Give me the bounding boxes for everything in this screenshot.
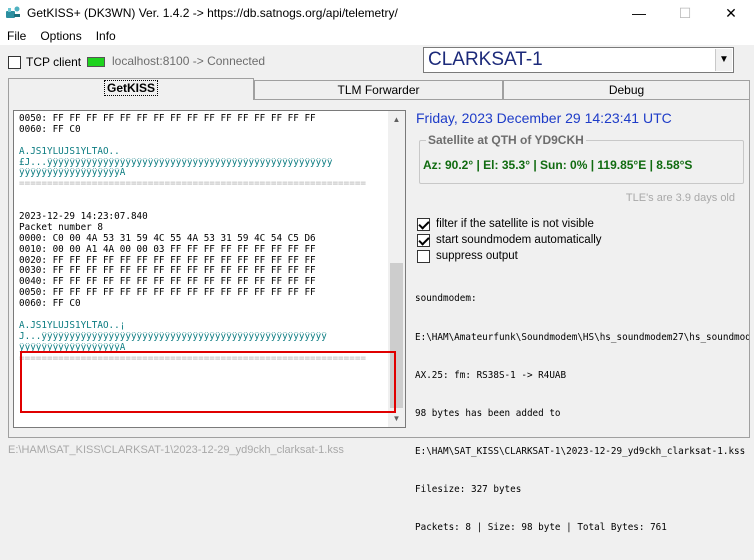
menu-bar: File Options Info bbox=[0, 26, 754, 45]
log-line: 0010: 00 00 A1 4A 00 00 03 FF FF FF FF F… bbox=[19, 244, 316, 255]
minimize-button[interactable]: — bbox=[616, 0, 662, 26]
soundmodem-line: AX.25: fm: RS38S-1 -> R4UAB bbox=[415, 369, 567, 381]
filter-option[interactable]: filter if the satellite is not visible bbox=[417, 216, 602, 232]
soundmodem-output: soundmodem: E:\HAM\Amateurfunk\Soundmode… bbox=[415, 268, 749, 560]
options-group: filter if the satellite is not visible s… bbox=[417, 216, 602, 264]
soundmodem-line: E:\HAM\Amateurfunk\Soundmodem\HS\hs_soun… bbox=[415, 331, 749, 343]
soundmodem-line: E:\HAM\SAT_KISS\CLARKSAT-1\2023-12-29_yd… bbox=[415, 445, 746, 457]
menu-file[interactable]: File bbox=[0, 29, 33, 43]
tab-strip: GetKISS TLM Forwarder Debug bbox=[8, 78, 750, 100]
filter-checkbox[interactable] bbox=[417, 217, 430, 231]
soundmodem-line: soundmodem: bbox=[415, 293, 477, 305]
scroll-down-icon[interactable]: ▼ bbox=[388, 410, 405, 427]
getkiss-panel: 0050: FF FF FF FF FF FF FF FF FF FF FF F… bbox=[8, 99, 750, 533]
qth-values: Az: 90.2° | El: 35.3° | Sun: 0% | 119.85… bbox=[423, 158, 693, 172]
packet-log-lines: 0050: FF FF FF FF FF FF FF FF FF FF FF F… bbox=[19, 114, 389, 364]
menu-info[interactable]: Info bbox=[89, 29, 123, 43]
log-line: 0030: FF FF FF FF FF FF FF FF FF FF FF F… bbox=[19, 266, 316, 277]
packet-log[interactable]: 0050: FF FF FF FF FF FF FF FF FF FF FF F… bbox=[13, 110, 406, 428]
maximize-button[interactable]: ☐ bbox=[662, 0, 708, 26]
log-line: ========================================… bbox=[19, 353, 367, 364]
log-scrollbar[interactable]: ▲ ▼ bbox=[388, 111, 405, 427]
log-line: 0050: FF FF FF FF FF FF FF FF FF FF FF F… bbox=[19, 114, 316, 124]
log-line: À.JS1YLUJS1YLTÄÖ.. bbox=[19, 146, 120, 157]
satellite-select-value: CLARKSAT-1 bbox=[428, 49, 543, 70]
close-button[interactable]: ✕ bbox=[708, 0, 754, 26]
utc-datetime: Friday, 2023 December 29 14:23:41 UTC bbox=[416, 110, 672, 126]
log-line: ========================================… bbox=[19, 179, 367, 190]
autostart-option[interactable]: start soundmodem automatically bbox=[417, 232, 602, 248]
tab-debug[interactable]: Debug bbox=[503, 80, 750, 99]
log-line: À.JS1YLUJS1YLTÅÖ..¡ bbox=[19, 320, 126, 331]
soundmodem-line: Packets: 8 | Size: 98 byte | Total Bytes… bbox=[415, 521, 667, 533]
tab-getkiss[interactable]: GetKISS bbox=[8, 78, 254, 100]
tcp-client-checkbox[interactable] bbox=[8, 55, 21, 69]
scroll-up-icon[interactable]: ▲ bbox=[388, 111, 405, 128]
title-bar: GetKISS+ (DK3WN) Ver. 1.4.2 -> https://d… bbox=[0, 0, 754, 26]
log-line: 0000: C0 00 4A 53 31 59 4C 55 4A 53 31 5… bbox=[19, 233, 316, 244]
tab-tlm-forwarder[interactable]: TLM Forwarder bbox=[254, 80, 503, 99]
scrollbar-thumb[interactable] bbox=[390, 263, 403, 408]
log-line: £J...ÿÿÿÿÿÿÿÿÿÿÿÿÿÿÿÿÿÿÿÿÿÿÿÿÿÿÿÿÿÿÿÿÿÿÿ… bbox=[19, 157, 333, 168]
suppress-checkbox[interactable] bbox=[417, 249, 430, 263]
log-line: 0020: FF FF FF FF FF FF FF FF FF FF FF F… bbox=[19, 255, 316, 266]
window-title: GetKISS+ (DK3WN) Ver. 1.4.2 -> https://d… bbox=[27, 6, 398, 20]
log-line: 0040: FF FF FF FF FF FF FF FF FF FF FF F… bbox=[19, 277, 316, 288]
soundmodem-line: Filesize: 327 bytes bbox=[415, 483, 522, 495]
soundmodem-line: 98 bytes has been added to bbox=[415, 407, 561, 419]
qth-title: Satellite at QTH of YD9CKH bbox=[426, 133, 586, 147]
satellite-select[interactable]: CLARKSAT-1 ▼ bbox=[423, 47, 734, 73]
log-line: Packet number 8 bbox=[19, 222, 103, 233]
log-line: ÿÿÿÿÿÿÿÿÿÿÿÿÿÿÿÿÿÿÀ bbox=[19, 168, 126, 179]
log-line: 0060: FF C0 bbox=[19, 299, 81, 310]
tcp-client-checkbox-row[interactable]: TCP client bbox=[8, 55, 81, 69]
menu-options[interactable]: Options bbox=[33, 29, 88, 43]
suppress-option[interactable]: suppress output bbox=[417, 248, 602, 264]
satellite-app-icon bbox=[6, 6, 20, 18]
connection-status-led bbox=[87, 57, 105, 67]
connection-status-text: localhost:8100 -> Connected bbox=[112, 54, 266, 68]
log-line: 0050: FF FF FF FF FF FF FF FF FF FF FF F… bbox=[19, 288, 316, 299]
autostart-checkbox[interactable] bbox=[417, 233, 430, 247]
log-line: 2023-12-29 14:23:07.840 bbox=[19, 212, 148, 223]
tle-age: TLE's are 3.9 days old bbox=[625, 192, 735, 204]
tcp-client-label: TCP client bbox=[26, 55, 82, 69]
filter-label: filter if the satellite is not visible bbox=[436, 218, 594, 230]
log-line: 0060: FF C0 bbox=[19, 124, 81, 135]
qth-groupbox: Satellite at QTH of YD9CKH Az: 90.2° | E… bbox=[419, 133, 744, 184]
status-bar-path: E:\HAM\SAT_KISS\CLARKSAT-1\2023-12-29_yd… bbox=[8, 444, 344, 456]
chevron-down-icon[interactable]: ▼ bbox=[715, 49, 732, 71]
autostart-label: start soundmodem automatically bbox=[436, 234, 602, 246]
log-line: ÿÿÿÿÿÿÿÿÿÿÿÿÿÿÿÿÿÿÀ bbox=[19, 342, 126, 353]
log-line: J...ÿÿÿÿÿÿÿÿÿÿÿÿÿÿÿÿÿÿÿÿÿÿÿÿÿÿÿÿÿÿÿÿÿÿÿÿ… bbox=[19, 331, 327, 342]
suppress-label: suppress output bbox=[436, 250, 518, 262]
